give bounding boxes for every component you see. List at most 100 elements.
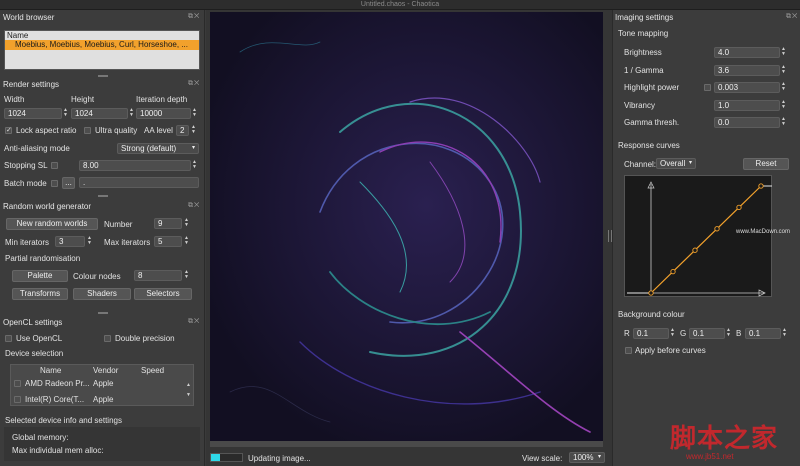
height-stepper[interactable]: ▲ ▼	[128, 108, 135, 119]
selectors-button[interactable]: Selectors	[134, 288, 192, 300]
transforms-button[interactable]: Transforms	[12, 288, 68, 300]
panel-float-close-icon[interactable]: ⧉✕	[786, 13, 798, 21]
splitter-grip[interactable]	[98, 195, 108, 197]
world-browser-title: World browser	[3, 13, 55, 22]
number-stepper[interactable]: ▲ ▼	[183, 218, 190, 229]
min-iterators-stepper[interactable]: ▲ ▼	[86, 236, 93, 247]
reset-button[interactable]: Reset	[743, 158, 789, 170]
height-label: Height	[71, 95, 95, 104]
panel-float-close-icon[interactable]: ⧉✕	[188, 318, 200, 326]
height-input[interactable]: 1024	[71, 108, 128, 119]
curve-line	[650, 185, 762, 294]
gamma-stepper[interactable]: ▲ ▼	[780, 65, 787, 76]
aa-mode-label: Anti-aliasing mode	[4, 144, 70, 153]
table-row[interactable]: AMD Radeon Pr...	[25, 379, 89, 388]
batch-mode-checkbox[interactable]	[51, 180, 58, 187]
gamma-thresh-label: Gamma thresh.	[624, 118, 680, 127]
device-vendor: Apple	[93, 395, 114, 404]
channel-select[interactable]: Overall ▾	[656, 158, 696, 169]
stopping-sl-input[interactable]: 8.00	[79, 160, 191, 171]
chevron-down-icon: ▾	[688, 160, 692, 166]
world-list-item[interactable]: Moebius, Moebius, Moebius, Curl, Horsesh…	[5, 40, 199, 50]
device-vendor: Apple	[93, 379, 114, 388]
table-row[interactable]: Intel(R) Core(T...	[25, 395, 84, 404]
brightness-input[interactable]: 4.0	[714, 47, 780, 58]
aa-level-input[interactable]: 2	[176, 125, 189, 136]
width-input[interactable]: 1024	[4, 108, 62, 119]
panel-float-close-icon[interactable]: ⧉✕	[188, 202, 200, 210]
highlight-power-input[interactable]: 0.003	[714, 82, 780, 93]
brightness-stepper[interactable]: ▲ ▼	[780, 47, 787, 58]
world-list[interactable]	[4, 30, 200, 70]
device-column-vendor: Vendor	[93, 366, 119, 375]
curve-control-point[interactable]	[692, 247, 698, 253]
g-stepper[interactable]: ▲ ▼	[725, 328, 732, 339]
curve-control-point[interactable]	[670, 268, 676, 275]
panel-float-close-icon[interactable]: ⧉✕	[188, 13, 200, 21]
horizontal-scrollbar[interactable]	[210, 441, 603, 447]
render-preview-image[interactable]	[210, 12, 603, 441]
min-iterators-input[interactable]: 3	[55, 236, 85, 247]
window-title: Untitled.chaos - Chaotica	[360, 1, 440, 8]
gamma-thresh-stepper[interactable]: ▲ ▼	[780, 117, 787, 128]
double-precision-checkbox[interactable]	[104, 335, 111, 342]
iteration-depth-stepper[interactable]: ▲ ▼	[191, 108, 198, 119]
width-stepper[interactable]: ▲ ▼	[62, 108, 69, 119]
aa-level-stepper[interactable]: ▲ ▼	[190, 125, 197, 136]
highlight-power-checkbox[interactable]	[704, 84, 711, 91]
batch-browse-button[interactable]: ...	[62, 177, 75, 189]
ultra-quality-checkbox[interactable]	[84, 127, 91, 134]
device-checkbox[interactable]	[14, 380, 21, 387]
b-input[interactable]: 0.1	[745, 328, 781, 339]
brightness-label: Brightness	[624, 48, 662, 57]
apply-before-curves-checkbox[interactable]	[625, 347, 632, 354]
new-random-worlds-button[interactable]: New random worlds	[6, 218, 98, 230]
view-scale-select[interactable]: 100% ▾	[569, 452, 605, 463]
splitter-grip[interactable]	[98, 312, 108, 314]
stopping-sl-stepper[interactable]: ▲ ▼	[191, 160, 198, 171]
device-checkbox[interactable]	[14, 396, 21, 403]
palette-button[interactable]: Palette	[12, 270, 68, 282]
device-info-title: Selected device info and settings	[5, 416, 122, 425]
double-precision-label: Double precision	[115, 334, 175, 343]
highlight-power-stepper[interactable]: ▲ ▼	[780, 82, 787, 93]
curve-control-point[interactable]	[758, 183, 764, 189]
shaders-button[interactable]: Shaders	[73, 288, 131, 300]
number-input[interactable]: 9	[154, 218, 182, 229]
vibrancy-input[interactable]: 1.0	[714, 100, 780, 111]
use-opencl-checkbox[interactable]	[5, 335, 12, 342]
r-input[interactable]: 0.1	[633, 328, 669, 339]
response-curve-editor[interactable]	[624, 175, 772, 297]
lock-aspect-checkbox[interactable]: ✓	[5, 127, 12, 134]
view-scale-value: 100%	[573, 453, 594, 462]
gamma-thresh-input[interactable]: 0.0	[714, 117, 780, 128]
iteration-depth-label: Iteration depth	[136, 95, 188, 104]
splitter-grip[interactable]	[98, 75, 108, 77]
aa-mode-select[interactable]: Strong (default) ▾	[117, 143, 199, 154]
device-table-scrollbar[interactable]: ▲ ▼	[185, 380, 192, 402]
vibrancy-stepper[interactable]: ▲ ▼	[780, 100, 787, 111]
r-label: R	[624, 329, 630, 338]
max-iterators-input[interactable]: 5	[154, 236, 182, 247]
g-input[interactable]: 0.1	[689, 328, 725, 339]
status-text: Updating image...	[248, 454, 311, 463]
iteration-depth-input[interactable]: 10000	[136, 108, 191, 119]
view-scale-label: View scale:	[522, 454, 563, 463]
panel-float-close-icon[interactable]: ⧉✕	[188, 80, 200, 88]
colour-nodes-input[interactable]: 8	[134, 270, 182, 281]
batch-path-input[interactable]: .	[79, 177, 199, 188]
curve-control-point[interactable]	[714, 226, 720, 232]
stopping-sl-checkbox[interactable]	[51, 162, 58, 169]
curve-control-point[interactable]	[648, 290, 654, 296]
curve-control-point[interactable]	[736, 204, 742, 211]
r-stepper[interactable]: ▲ ▼	[669, 328, 676, 339]
batch-mode-label: Batch mode	[4, 179, 47, 188]
aa-mode-value: Strong (default)	[121, 144, 177, 153]
colour-nodes-stepper[interactable]: ▲ ▼	[183, 270, 190, 281]
opencl-title: OpenCL settings	[3, 318, 63, 327]
gamma-input[interactable]: 3.6	[714, 65, 780, 76]
global-memory-label: Global memory:	[12, 433, 69, 442]
b-stepper[interactable]: ▲ ▼	[781, 328, 788, 339]
max-iterators-label: Max iterators	[104, 238, 151, 247]
max-iterators-stepper[interactable]: ▲ ▼	[183, 236, 190, 247]
